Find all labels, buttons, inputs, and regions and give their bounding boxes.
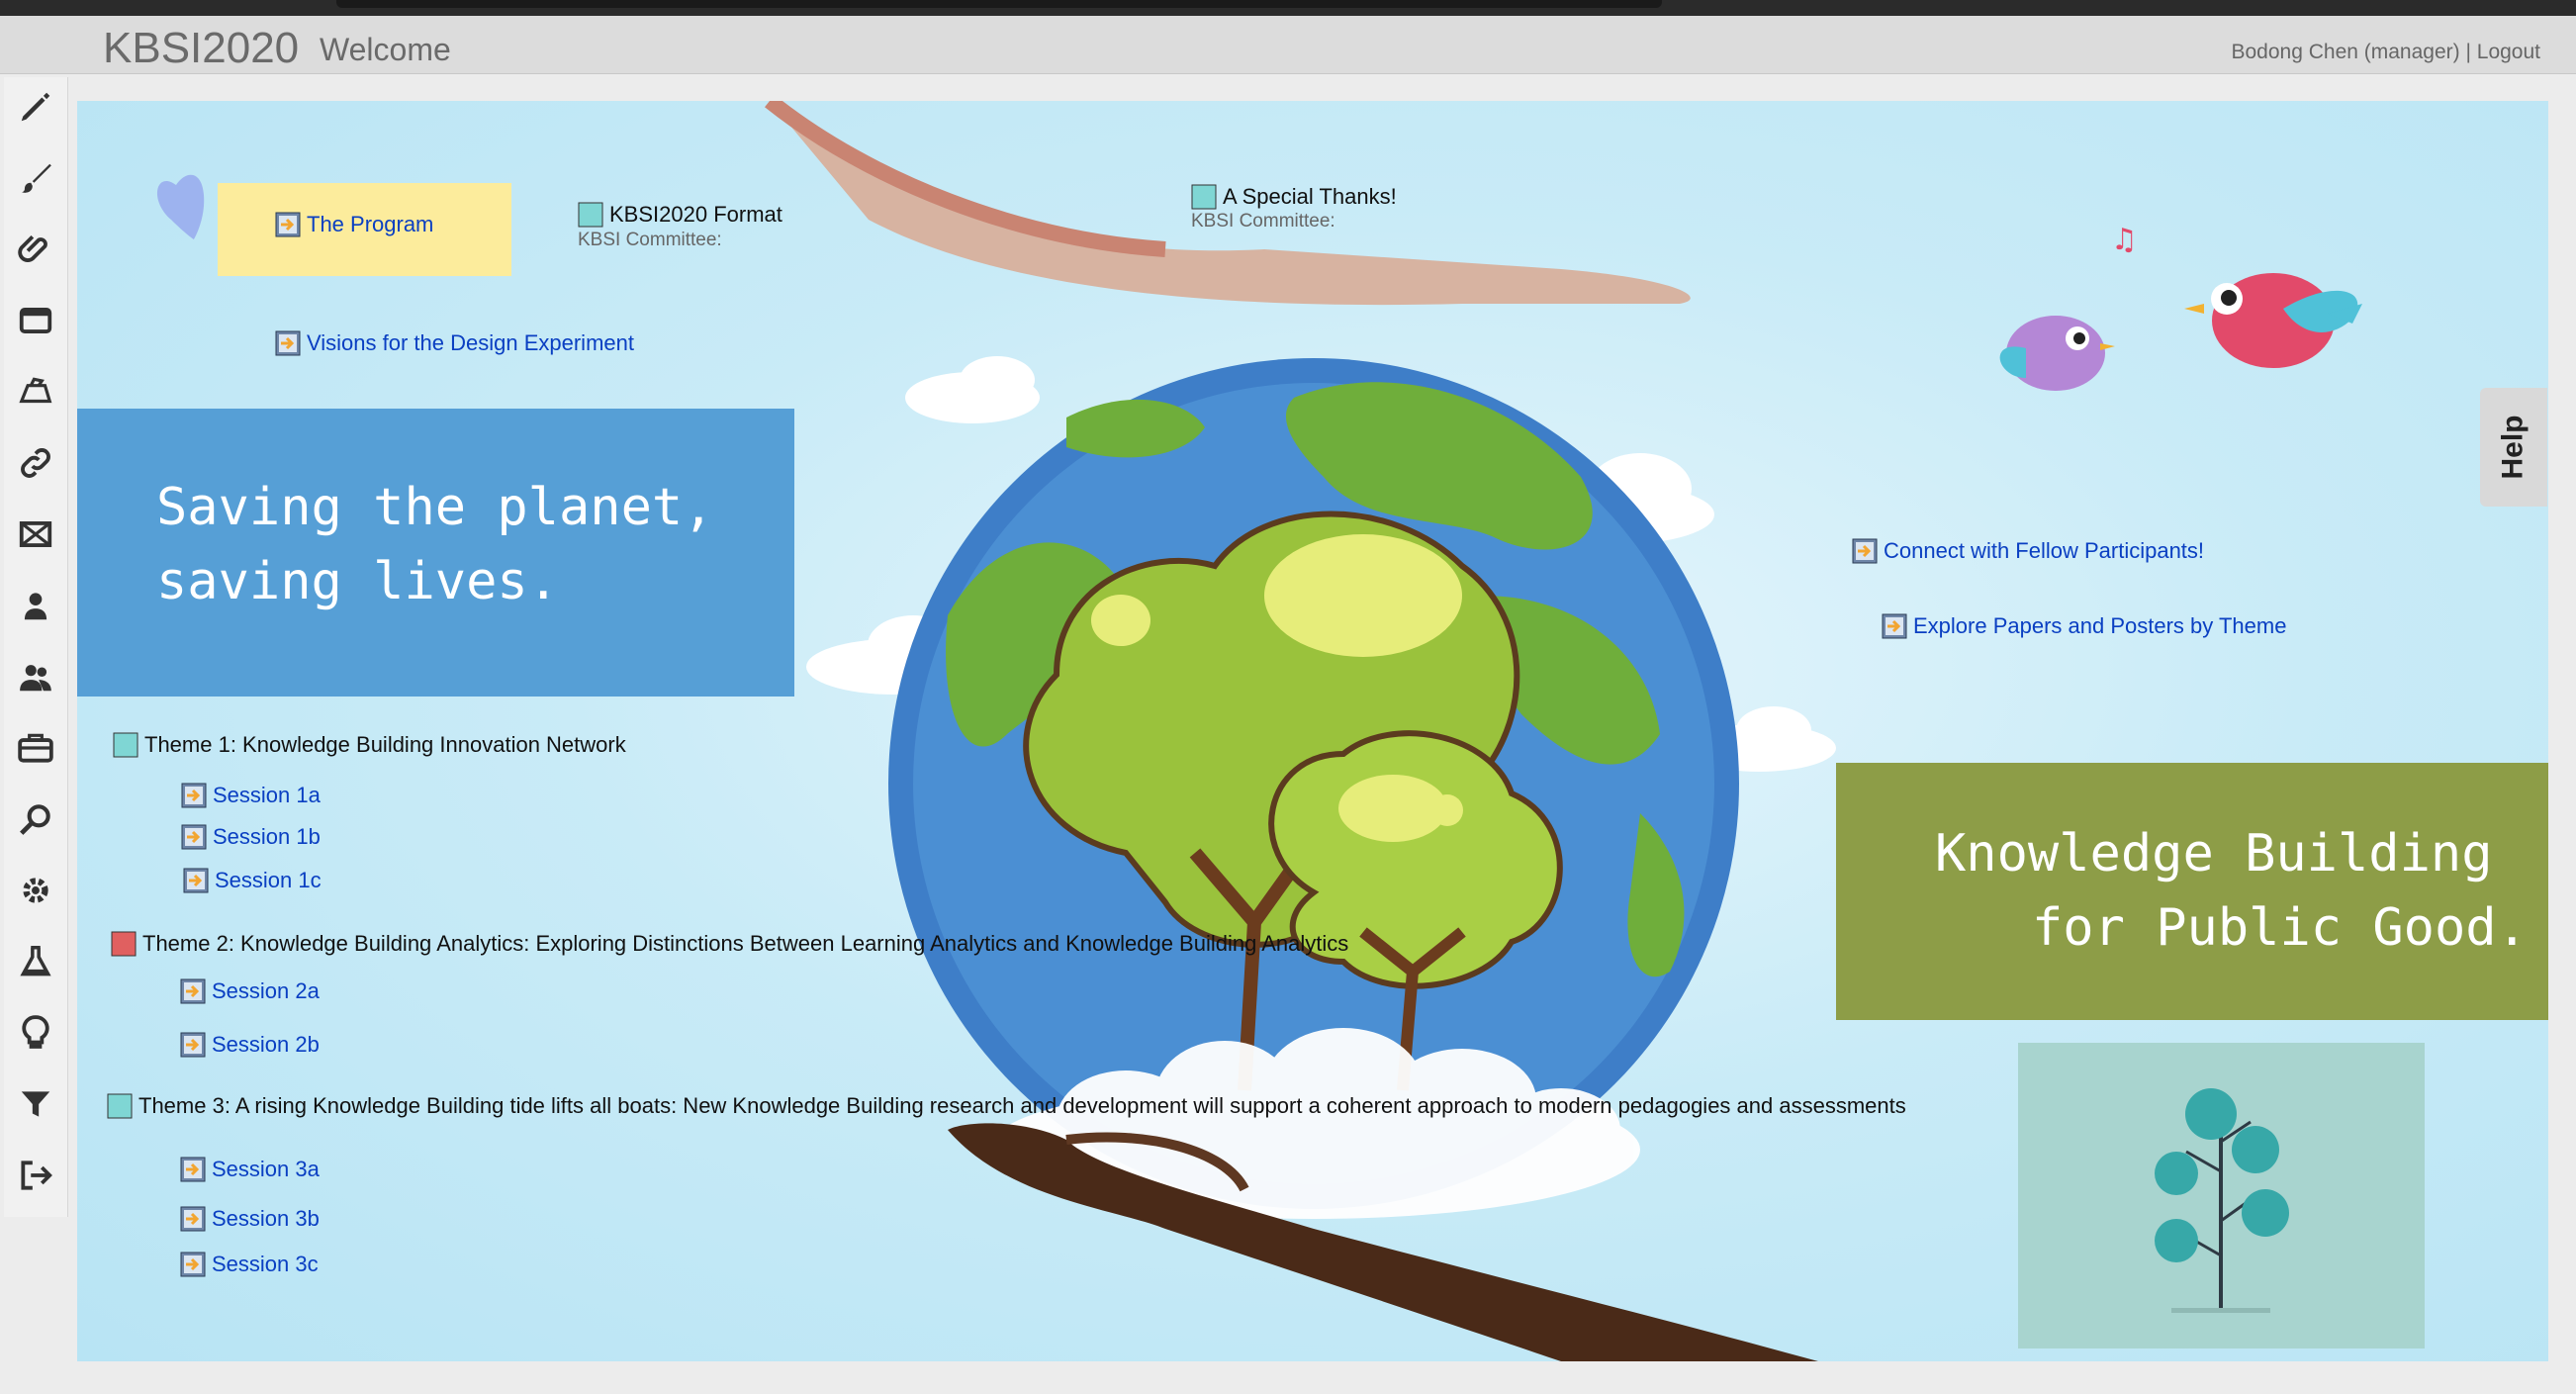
note-explore[interactable]: Explore Papers and Posters by Theme: [1882, 613, 2286, 639]
svg-text:♫: ♫: [2111, 223, 2138, 257]
note-visions[interactable]: Visions for the Design Experiment: [275, 330, 634, 356]
note-session-3b[interactable]: Session 3b: [180, 1206, 320, 1232]
pencil-icon[interactable]: [14, 85, 57, 129]
gear-icon[interactable]: [14, 869, 57, 912]
logout-link[interactable]: Logout: [2477, 41, 2540, 63]
note-session-2b[interactable]: Session 2b: [180, 1032, 320, 1058]
briefcase-icon[interactable]: [14, 726, 57, 770]
note-the-program[interactable]: The Program: [275, 212, 433, 237]
help-label: Help: [2496, 415, 2530, 480]
address-bar: [336, 0, 1662, 8]
link-note-icon: [1882, 613, 1907, 639]
note-session-3c[interactable]: Session 3c: [180, 1252, 319, 1277]
link-note-icon: [181, 783, 207, 808]
note-title[interactable]: Session 1b: [213, 824, 321, 850]
user-area: Bodong Chen (manager) | Logout: [2231, 41, 2540, 64]
note-session-1b[interactable]: Session 1b: [181, 824, 321, 850]
note-title[interactable]: Session 3b: [212, 1206, 320, 1232]
brush-icon[interactable]: [14, 156, 57, 200]
note-icon: [1191, 184, 1217, 210]
note-special-thanks[interactable]: A Special Thanks!: [1191, 184, 1397, 210]
note-title[interactable]: Session 3a: [212, 1157, 320, 1182]
browser-chrome: [0, 0, 2576, 16]
note-theme1[interactable]: Theme 1: Knowledge Building Innovation N…: [113, 732, 626, 758]
note-session-1a[interactable]: Session 1a: [181, 783, 321, 808]
banner-line4: for Public Good.: [2032, 898, 2528, 958]
note-title[interactable]: KBSI2020 Format: [609, 202, 782, 228]
banner-line2: saving lives.: [156, 552, 559, 611]
note-title[interactable]: Explore Papers and Posters by Theme: [1913, 613, 2286, 639]
banner-line1: Saving the planet,: [156, 478, 714, 537]
note-title[interactable]: A Special Thanks!: [1223, 184, 1397, 210]
banner-knowledge-building: Knowledge Building for Public Good.: [1836, 763, 2548, 1020]
banner-saving-planet: Saving the planet, saving lives.: [77, 409, 794, 697]
note-theme2[interactable]: Theme 2: Knowledge Building Analytics: E…: [111, 931, 1348, 957]
tree-illustration: [2018, 1043, 2425, 1348]
note-title[interactable]: Theme 2: Knowledge Building Analytics: E…: [142, 931, 1348, 957]
link-note-icon: [180, 978, 206, 1004]
people-icon[interactable]: [14, 655, 57, 698]
note-title[interactable]: Session 1a: [213, 783, 321, 808]
note-title[interactable]: Session 2b: [212, 1032, 320, 1058]
link-note-icon: [275, 212, 301, 237]
tool-palette: [4, 77, 68, 1217]
filter-icon[interactable]: [14, 1082, 57, 1126]
note-title[interactable]: The Program: [307, 212, 433, 237]
header-bar: KBSI2020 Welcome Bodong Chen (manager) |…: [0, 16, 2576, 74]
link-icon[interactable]: [14, 441, 57, 485]
paperclip-icon[interactable]: [14, 228, 57, 271]
search-icon[interactable]: [14, 797, 57, 841]
note-author: KBSI Committee:: [578, 230, 722, 250]
scriptorium-icon[interactable]: [14, 370, 57, 414]
note-title[interactable]: Visions for the Design Experiment: [307, 330, 634, 356]
lightbulb-icon[interactable]: [14, 1011, 57, 1055]
link-note-icon: [183, 868, 209, 893]
user-separator: |: [2459, 41, 2477, 63]
link-note-icon: [1852, 538, 1878, 564]
community-title: KBSI2020: [103, 24, 300, 72]
note-icon: [107, 1093, 133, 1119]
note-session-2a[interactable]: Session 2a: [180, 978, 320, 1004]
link-note-icon: [275, 330, 301, 356]
link-note-icon: [180, 1252, 206, 1277]
note-theme3[interactable]: Theme 3: A rising Knowledge Building tid…: [107, 1093, 1906, 1119]
note-icon: [578, 202, 603, 228]
note-connect[interactable]: Connect with Fellow Participants!: [1852, 538, 2204, 564]
note-title[interactable]: Session 3c: [212, 1252, 319, 1277]
help-tab[interactable]: Help: [2480, 388, 2547, 507]
user-name: Bodong Chen (manager): [2231, 41, 2460, 63]
note-title[interactable]: Connect with Fellow Participants!: [1884, 538, 2204, 564]
link-note-icon: [181, 824, 207, 850]
note-title[interactable]: Theme 1: Knowledge Building Innovation N…: [144, 732, 626, 758]
note-icon: [111, 931, 137, 957]
note-author: KBSI Committee:: [1191, 211, 1335, 232]
flask-icon[interactable]: [14, 940, 57, 983]
banner-line3: Knowledge Building: [1935, 824, 2493, 883]
link-note-icon: [180, 1157, 206, 1182]
note-title[interactable]: Theme 3: A rising Knowledge Building tid…: [138, 1093, 1906, 1119]
person-icon[interactable]: [14, 584, 57, 627]
link-note-icon: [180, 1206, 206, 1232]
view-canvas[interactable]: ♫ Saving the planet, saving lives. Knowl…: [77, 101, 2548, 1361]
note-title[interactable]: Session 1c: [215, 868, 322, 893]
frame-icon[interactable]: [14, 512, 57, 556]
note-title[interactable]: Session 2a: [212, 978, 320, 1004]
note-session-3a[interactable]: Session 3a: [180, 1157, 320, 1182]
exit-icon[interactable]: [14, 1154, 57, 1197]
window-icon[interactable]: [14, 299, 57, 342]
link-note-icon: [180, 1032, 206, 1058]
note-session-1c[interactable]: Session 1c: [183, 868, 322, 893]
view-title: Welcome: [320, 32, 451, 67]
note-kbsi-format[interactable]: KBSI2020 Format: [578, 202, 782, 228]
note-icon: [113, 732, 138, 758]
